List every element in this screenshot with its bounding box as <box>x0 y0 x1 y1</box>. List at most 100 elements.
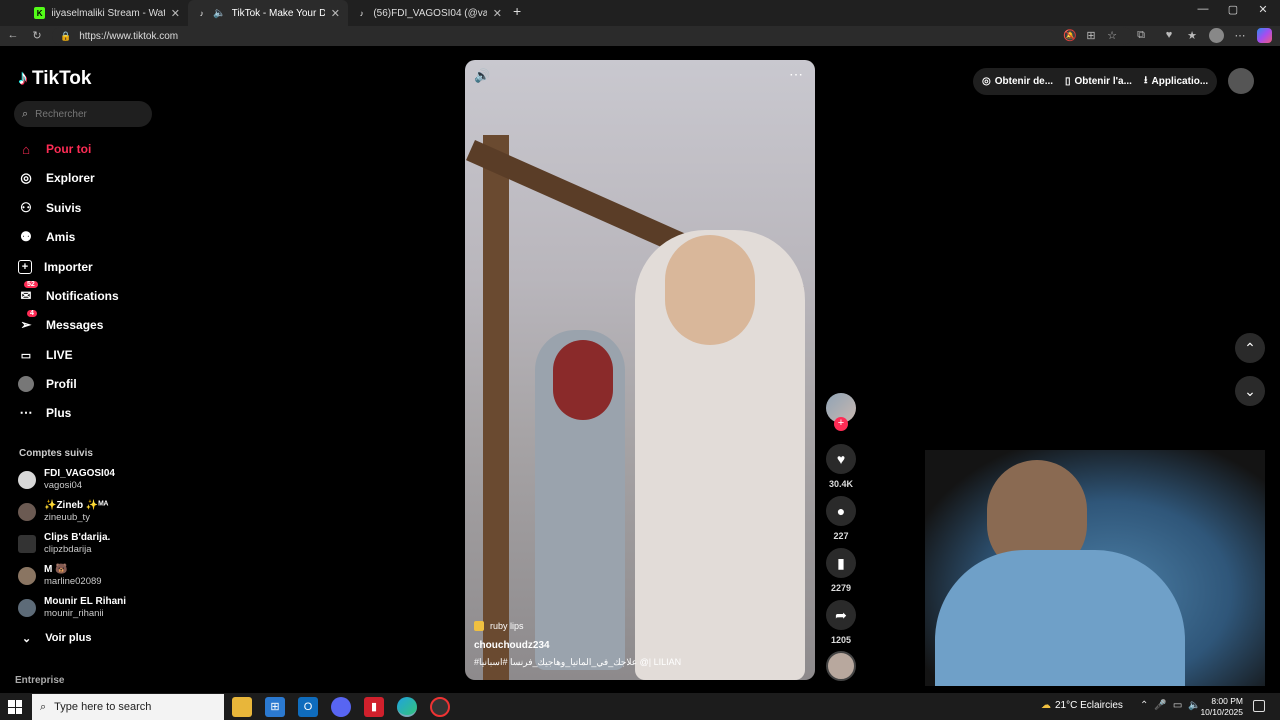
new-tab-button[interactable]: + <box>513 3 521 19</box>
compass-icon: ◎ <box>20 170 32 185</box>
discord-icon[interactable] <box>331 697 351 717</box>
save-action[interactable]: ▮ 2279 <box>826 548 856 593</box>
live-icon: ▭ <box>20 349 32 362</box>
previous-video-button[interactable]: ⌃ <box>1235 333 1265 363</box>
nav-amis[interactable]: ⚉ Amis <box>18 227 75 247</box>
close-icon[interactable]: ✕ <box>171 7 180 20</box>
get-coins-button[interactable]: ◎ Obtenir de... <box>973 68 1063 95</box>
follow-plus-button[interactable]: + <box>834 417 848 431</box>
tiktok-logo[interactable]: ♪ TikTok <box>18 67 91 90</box>
clock-date: 10/10/2025 <box>1200 707 1243 717</box>
app-available-icon[interactable]: ⊞ <box>1083 29 1099 42</box>
avatar <box>18 471 36 489</box>
taskbar-search-input[interactable]: ⌕ Type here to search <box>32 694 224 720</box>
taskbar-search-placeholder: Type here to search <box>54 701 152 713</box>
settings-more-icon[interactable]: ⋯ <box>1232 29 1248 42</box>
download-icon: ⭳ <box>1144 75 1148 86</box>
more-options-icon[interactable]: ⋯ <box>789 66 803 83</box>
account-handle: zineuub_ty <box>44 512 90 523</box>
maximize-button[interactable]: ▢ <box>1218 3 1248 16</box>
music-disc-avatar[interactable] <box>826 651 856 681</box>
song-tag[interactable]: ruby lips <box>474 621 524 631</box>
following-account[interactable]: ✨Zineb ✨ᴹᴬ zineuub_ty <box>18 500 108 524</box>
outlook-icon[interactable]: O <box>298 697 318 717</box>
creator-name[interactable]: chouchoudz234 <box>474 640 550 651</box>
nav-plus[interactable]: ⋯ Plus <box>18 403 72 423</box>
close-window-button[interactable]: ✕ <box>1248 3 1278 16</box>
share-icon[interactable]: ➦ <box>826 600 856 630</box>
close-icon[interactable]: ✕ <box>493 7 502 20</box>
app-red-icon[interactable]: ▮ <box>364 697 384 717</box>
nav-label: Messages <box>46 318 104 332</box>
see-more-button[interactable]: ⌄ Voir plus <box>22 632 91 645</box>
minimize-button[interactable]: — <box>1188 3 1218 15</box>
user-avatar[interactable] <box>1228 68 1254 94</box>
get-app-button[interactable]: ▯ Obtenir l'a... <box>1056 68 1141 95</box>
coin-icon: ◎ <box>982 76 991 87</box>
bookmark-icon[interactable]: ▮ <box>826 548 856 578</box>
like-action[interactable]: ♥ 30.4K <box>826 444 856 489</box>
audio-icon[interactable]: 🔈 <box>213 8 225 19</box>
hair-red <box>553 340 613 420</box>
favorites-icon[interactable]: ★ <box>1184 29 1200 42</box>
system-tray-icons[interactable]: ⌃🎤▭🔈 <box>1140 700 1207 711</box>
close-icon[interactable]: ✕ <box>331 7 340 20</box>
store-icon[interactable]: ⊞ <box>265 697 285 717</box>
nav-pour-toi[interactable]: ⌂ Pour toi <box>18 139 91 159</box>
pc-app-button[interactable]: ⭳ Applicatio... <box>1135 68 1218 95</box>
nav-label: Amis <box>46 230 76 244</box>
edge-icon[interactable] <box>397 697 417 717</box>
nav-suivis[interactable]: ⚇ Suivis <box>18 198 81 218</box>
nav-label: Notifications <box>46 289 119 303</box>
following-account[interactable]: FDI_VAGOSI04 vagosi04 <box>18 468 115 492</box>
tab-tiktok-active[interactable]: ♪ 🔈 TikTok - Make Your Day ✕ <box>188 0 348 26</box>
tab-vagosi-profile[interactable]: ♪ (56)FDI_VAGOSI04 (@vagosi04) | ✕ <box>348 0 510 26</box>
nav-profil[interactable]: Profil <box>18 374 77 394</box>
nav-messages[interactable]: ➢ 4 Messages <box>18 310 104 335</box>
nav-live[interactable]: ▭ LIVE <box>18 345 73 365</box>
browser-essentials-icon[interactable]: ♥ <box>1161 29 1177 41</box>
following-account[interactable]: Mounir EL Rihani mounir_rihanii <box>18 596 126 620</box>
back-icon[interactable]: ← <box>5 29 21 41</box>
streamer-hoodie <box>935 550 1185 686</box>
footer-entreprise[interactable]: Entreprise <box>15 675 64 686</box>
search-input[interactable]: ⌕ Rechercher <box>14 101 152 127</box>
search-placeholder: Rechercher <box>35 108 87 120</box>
comment-icon[interactable]: ● <box>826 496 856 526</box>
search-icon: ⌕ <box>40 700 47 713</box>
notifications-blocked-icon[interactable]: 🔕 <box>1062 29 1078 42</box>
messages-badge: 4 <box>27 310 37 317</box>
share-action[interactable]: ➦ 1205 <box>826 600 856 645</box>
button-label: Applicatio... <box>1151 76 1209 87</box>
taskbar-clock[interactable]: 8:00 PM 10/10/2025 <box>1199 696 1243 718</box>
reload-icon[interactable]: ↻ <box>29 29 45 42</box>
nav-explorer[interactable]: ◎ Explorer <box>18 168 94 188</box>
profile-avatar[interactable] <box>1209 28 1224 43</box>
following-account[interactable]: M 🐻 marline02089 <box>18 564 102 588</box>
video-player[interactable] <box>465 60 815 680</box>
volume-icon[interactable]: 🔊 <box>474 68 490 84</box>
nav-notifications[interactable]: ✉ 52 Notifications <box>18 281 119 306</box>
tab-title: iiyaselmaliki Stream - Watch Live <box>51 7 164 19</box>
next-video-button[interactable]: ⌄ <box>1235 376 1265 406</box>
favorite-star-icon[interactable]: ☆ <box>1104 29 1120 42</box>
nav-label: Suivis <box>46 201 82 215</box>
comment-count: 227 <box>833 531 849 541</box>
nav-importer[interactable]: + Importer <box>18 257 93 277</box>
notification-center-icon[interactable] <box>1253 700 1265 712</box>
account-name: Clips B'darija. <box>44 532 111 543</box>
windows-start-icon[interactable] <box>8 700 22 714</box>
file-explorer-icon[interactable] <box>232 697 252 717</box>
extensions-icon[interactable]: ⧉ <box>1133 29 1149 42</box>
following-account[interactable]: Clips B'darija. clipzbdarija <box>18 532 110 556</box>
url-field[interactable]: 🔒 https://www.tiktok.com <box>52 27 1132 45</box>
site-info-icon[interactable]: 🔒 <box>60 31 71 42</box>
wood-beam-left <box>483 135 509 680</box>
weather-widget[interactable]: ☁ 21°C Eclaircies <box>1041 700 1123 711</box>
heart-icon[interactable]: ♥ <box>826 444 856 474</box>
comment-action[interactable]: ● 227 <box>826 496 856 541</box>
copilot-icon[interactable] <box>1257 28 1272 43</box>
obs-icon[interactable] <box>430 697 450 717</box>
webcam-overlay <box>925 450 1265 686</box>
tab-kick-stream[interactable]: K iiyaselmaliki Stream - Watch Live ✕ <box>26 0 188 26</box>
